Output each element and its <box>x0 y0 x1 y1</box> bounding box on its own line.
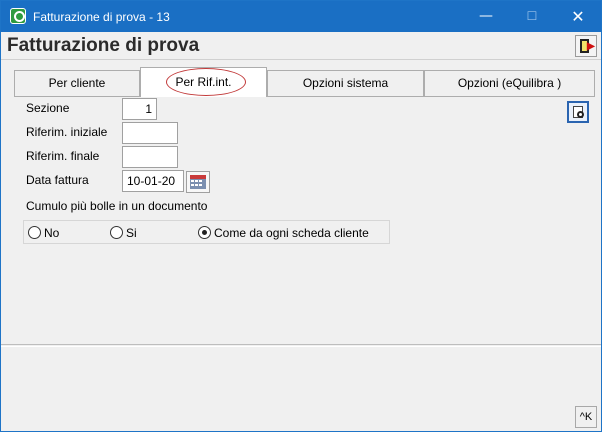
exit-button[interactable]: ▶ <box>575 35 597 57</box>
radio-come-da-scheda-label[interactable]: Come da ogni scheda cliente <box>214 226 369 240</box>
bottom-divider-highlight <box>1 346 601 347</box>
radio-no[interactable] <box>28 226 41 239</box>
magnifier-icon <box>577 111 584 118</box>
exit-arrow-icon: ▶ <box>587 41 595 52</box>
app-window: Fatturazione di prova - 13 — ☐ ✕ Fattura… <box>0 0 602 432</box>
radio-no-label[interactable]: No <box>44 226 59 240</box>
close-button[interactable]: ✕ <box>555 1 601 32</box>
print-preview-button[interactable] <box>567 101 589 123</box>
page-title: Fatturazione di prova <box>7 35 200 56</box>
rif-iniziale-label: Riferim. iniziale <box>26 125 108 139</box>
shortcut-key-button[interactable]: ^K <box>575 406 597 428</box>
app-icon <box>10 8 26 24</box>
tab-opzioni-equilibra[interactable]: Opzioni (eQuilibra ) <box>424 70 595 96</box>
rif-finale-field[interactable] <box>122 146 178 168</box>
data-fattura-field[interactable]: 10-01-20 <box>122 170 184 192</box>
tab-per-cliente[interactable]: Per cliente <box>14 70 140 96</box>
rif-finale-label: Riferim. finale <box>26 149 100 163</box>
data-fattura-label: Data fattura <box>26 173 89 187</box>
cumulo-label: Cumulo più bolle in un documento <box>26 199 208 213</box>
window-title: Fatturazione di prova - 13 <box>33 10 170 24</box>
bottom-divider <box>1 344 601 345</box>
calendar-grid <box>190 179 206 189</box>
maximize-button[interactable]: ☐ <box>509 1 555 32</box>
rif-iniziale-field[interactable] <box>122 122 178 144</box>
calendar-icon[interactable] <box>186 171 210 193</box>
sezione-label: Sezione <box>26 101 70 115</box>
radio-si-label[interactable]: Si <box>126 226 137 240</box>
tab-opzioni-sistema[interactable]: Opzioni sistema <box>267 70 424 96</box>
title-bar[interactable]: Fatturazione di prova - 13 — ☐ ✕ <box>1 1 601 32</box>
radio-come-da-scheda[interactable] <box>198 226 211 239</box>
radio-si[interactable] <box>110 226 123 239</box>
sezione-field[interactable]: 1 <box>122 98 157 120</box>
page-header: Fatturazione di prova ▶ <box>1 32 601 60</box>
minimize-button[interactable]: — <box>463 1 509 32</box>
tab-highlight-ring <box>166 68 246 96</box>
